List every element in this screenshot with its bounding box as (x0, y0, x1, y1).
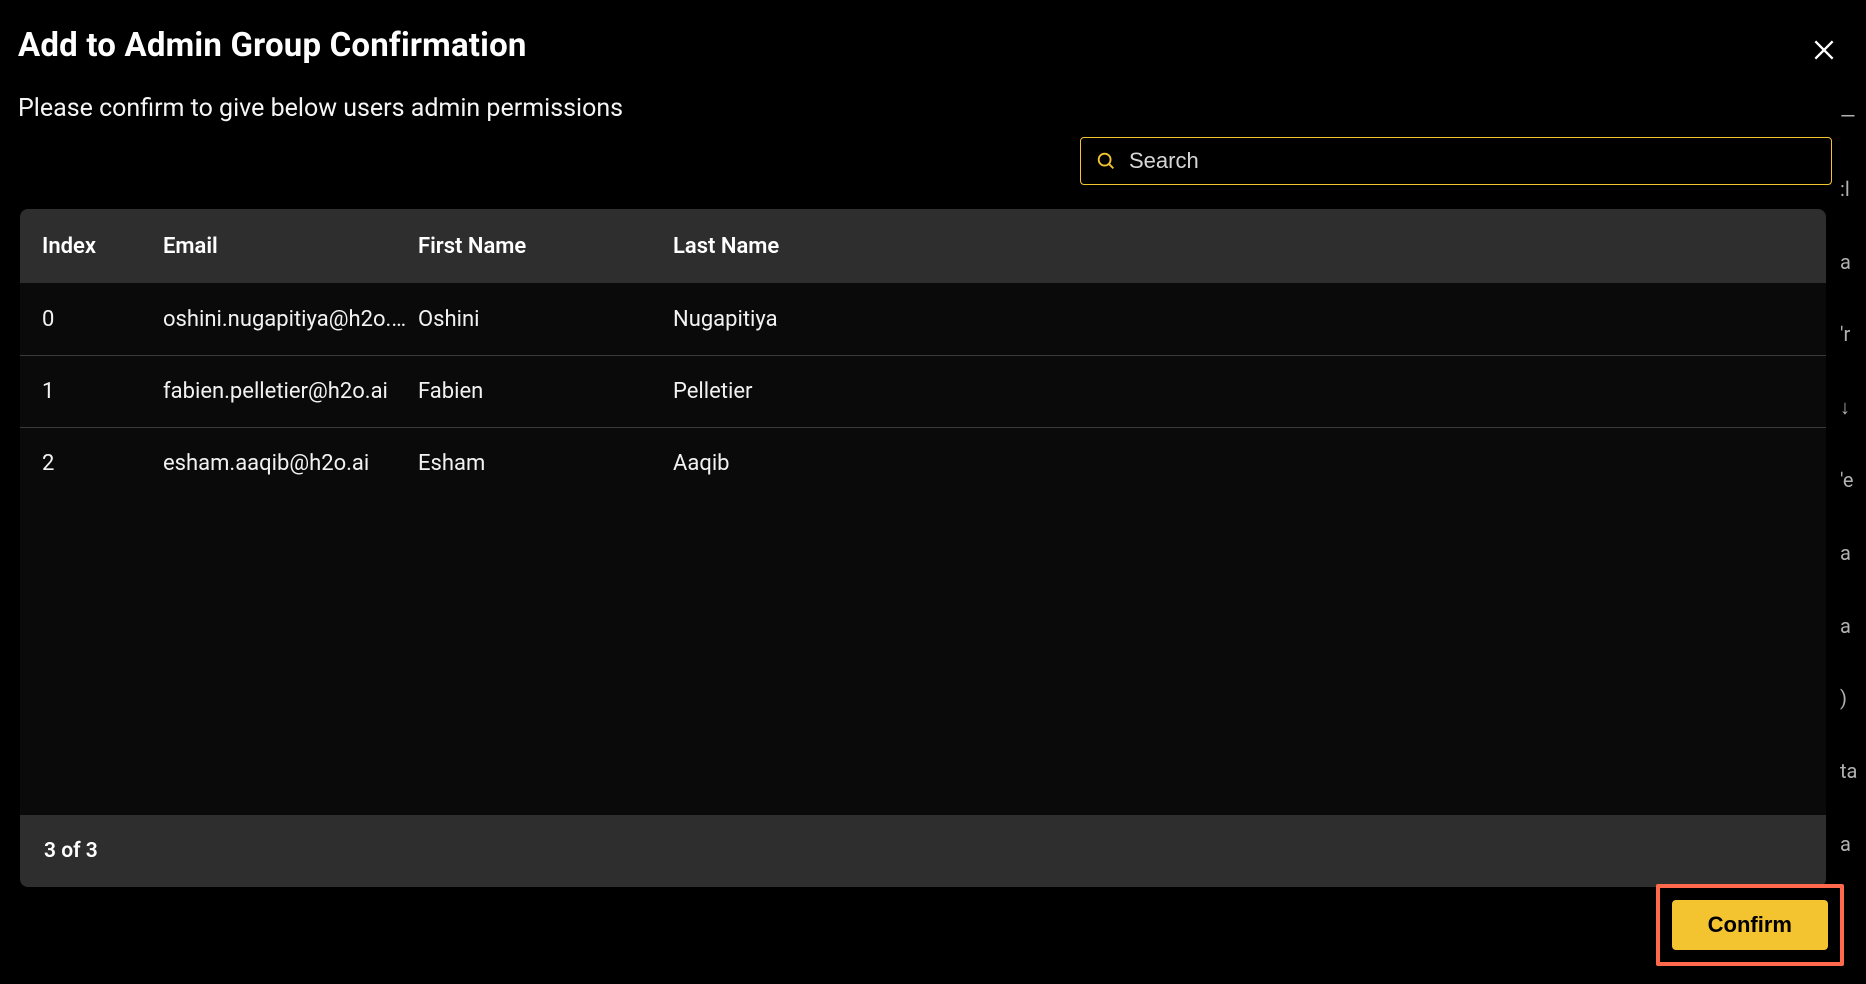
cell-index: 2 (20, 451, 163, 476)
search-box[interactable] (1080, 137, 1832, 185)
confirm-button[interactable]: Confirm (1672, 900, 1828, 950)
cell-index: 0 (20, 307, 163, 332)
cell-first-name: Esham (418, 451, 673, 476)
cell-email: oshini.nugapitiya@h2o.ai (163, 307, 418, 332)
cell-last-name: Aaqib (673, 451, 1826, 476)
column-header-last-name[interactable]: Last Name (673, 234, 1826, 259)
users-table: Index Email First Name Last Name 0 oshin… (20, 209, 1826, 887)
cell-last-name: Nugapitiya (673, 307, 1826, 332)
cell-first-name: Fabien (418, 379, 673, 404)
cell-last-name: Pelletier (673, 379, 1826, 404)
table-body: 0 oshini.nugapitiya@h2o.ai Oshini Nugapi… (20, 283, 1826, 815)
table-row[interactable]: 2 esham.aaqib@h2o.ai Esham Aaqib (20, 427, 1826, 499)
close-icon (1811, 37, 1837, 63)
cell-email: esham.aaqib@h2o.ai (163, 451, 418, 476)
column-header-index[interactable]: Index (20, 234, 163, 259)
table-row[interactable]: 1 fabien.pelletier@h2o.ai Fabien Pelleti… (20, 355, 1826, 427)
search-row (18, 137, 1848, 185)
cell-index: 1 (20, 379, 163, 404)
row-count-label: 3 of 3 (44, 839, 98, 863)
close-button[interactable] (1802, 28, 1846, 72)
column-header-first-name[interactable]: First Name (418, 234, 673, 259)
search-input[interactable] (1129, 148, 1817, 174)
table-footer: 3 of 3 (20, 815, 1826, 887)
cell-first-name: Oshini (418, 307, 673, 332)
search-icon (1095, 150, 1117, 172)
admin-group-confirmation-dialog: Add to Admin Group Confirmation Please c… (0, 0, 1866, 984)
dialog-subtitle: Please confirm to give below users admin… (18, 94, 1848, 123)
table-header-row: Index Email First Name Last Name (20, 209, 1826, 283)
cell-email: fabien.pelletier@h2o.ai (163, 379, 418, 404)
confirm-highlight: Confirm (1656, 884, 1844, 966)
dialog-header: Add to Admin Group Confirmation (18, 18, 1848, 72)
table-row[interactable]: 0 oshini.nugapitiya@h2o.ai Oshini Nugapi… (20, 283, 1826, 355)
column-header-email[interactable]: Email (163, 234, 418, 259)
dialog-title: Add to Admin Group Confirmation (18, 18, 527, 65)
